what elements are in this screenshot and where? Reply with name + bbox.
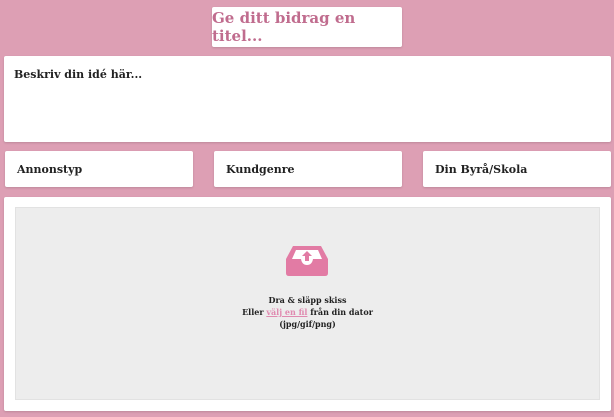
- choose-file-suffix: från din dator: [307, 307, 373, 317]
- upload-panel: Dra & släpp skiss Eller välj en fil från…: [4, 197, 611, 411]
- choose-file-line: Eller välj en fil från din dator: [16, 306, 599, 318]
- file-types-text: (jpg/gif/png): [279, 319, 336, 329]
- ad-type-select[interactable]: Annonstyp: [5, 151, 193, 187]
- choose-file-prefix: Eller: [242, 307, 267, 317]
- title-input[interactable]: Ge ditt bidrag en titel...: [212, 7, 402, 47]
- description-textarea[interactable]: Beskriv din idé här...: [4, 56, 611, 142]
- title-placeholder: Ge ditt bidrag en titel...: [212, 9, 356, 45]
- upload-tray-icon: [286, 246, 328, 276]
- description-placeholder: Beskriv din idé här...: [14, 68, 143, 81]
- file-dropzone[interactable]: Dra & släpp skiss Eller välj en fil från…: [15, 207, 600, 400]
- drag-drop-text: Dra & släpp skiss: [268, 295, 347, 305]
- client-genre-label: Kundgenre: [226, 162, 295, 176]
- agency-school-select[interactable]: Din Byrå/Skola: [423, 151, 611, 187]
- ad-type-label: Annonstyp: [17, 162, 83, 176]
- agency-school-label: Din Byrå/Skola: [435, 162, 528, 176]
- choose-file-link[interactable]: välj en fil: [266, 307, 307, 317]
- client-genre-select[interactable]: Kundgenre: [214, 151, 402, 187]
